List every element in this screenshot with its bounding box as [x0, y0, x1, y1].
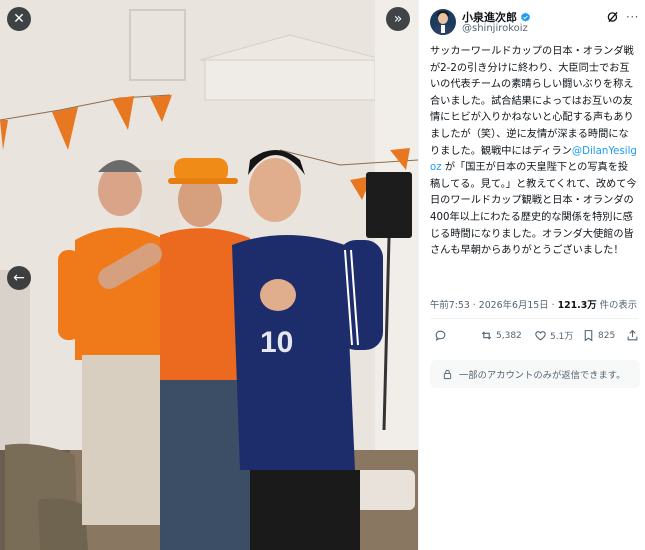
post-text-part-2: が「国王が日本の天皇陛下との写真を投稿してる。見て。」と教えてくれて、改めて今日… — [430, 162, 637, 257]
divider — [430, 318, 638, 319]
close-icon: ✕ — [13, 11, 25, 27]
like-count: 5.1万 — [550, 332, 574, 342]
action-bar: 5,382 5.1万 825 — [430, 329, 640, 345]
svg-text:10: 10 — [260, 326, 293, 359]
post-meta: 午前7:53 · 2026年6月15日 · 121.3万 件の表示 — [430, 297, 637, 311]
post-timestamp[interactable]: 午前7:53 · 2026年6月15日 · — [430, 300, 558, 311]
expand-button[interactable]: » — [386, 7, 410, 31]
reply-restriction-notice: 一部のアカウントのみが返信できます。 — [430, 360, 640, 388]
repost-button[interactable]: 5,382 — [480, 329, 522, 342]
post-text: サッカーワールドカップの日本・オランダ戦が2-2の引き分けに終わり、大臣同士でお… — [430, 44, 638, 260]
bookmark-count: 825 — [598, 330, 616, 341]
close-button[interactable]: ✕ — [7, 7, 31, 31]
like-button[interactable]: 5.1万 — [534, 329, 573, 342]
verified-badge-icon — [521, 12, 530, 22]
lock-icon — [443, 369, 452, 379]
post-text-part-1: サッカーワールドカップの日本・オランダ戦が2-2の引き分けに終わり、大臣同士でお… — [430, 46, 634, 157]
heart-icon — [535, 331, 546, 341]
expand-icon: » — [393, 11, 403, 27]
reply-button[interactable] — [434, 329, 450, 342]
chevron-left-icon: ← — [13, 270, 25, 286]
share-icon — [627, 329, 638, 341]
post-header: 小泉進次郎 @shinjirokoiz ··· — [430, 9, 640, 37]
more-options-icon[interactable]: ··· — [626, 10, 639, 24]
bookmark-button[interactable]: 825 — [582, 329, 615, 342]
bookmark-icon — [584, 330, 593, 342]
post-photo[interactable]: 10 ✕ » ← — [0, 0, 418, 550]
previous-button[interactable]: ← — [7, 266, 31, 290]
share-button[interactable] — [626, 329, 639, 342]
repost-count: 5,382 — [496, 330, 522, 341]
reply-icon — [435, 330, 446, 342]
views-count: 121.3万 — [557, 300, 597, 311]
photo-illustration: 10 — [0, 0, 418, 550]
post-panel: 小泉進次郎 @shinjirokoiz ··· サッカーワールドカップの日本・オ… — [418, 0, 645, 550]
avatar[interactable] — [430, 9, 456, 35]
author-handle[interactable]: @shinjirokoiz — [462, 23, 528, 34]
repost-icon — [481, 331, 492, 340]
views-label: 件の表示 — [596, 300, 638, 311]
grok-icon[interactable] — [606, 10, 620, 24]
reply-notice-text: 一部のアカウントのみが返信できます。 — [459, 370, 626, 381]
